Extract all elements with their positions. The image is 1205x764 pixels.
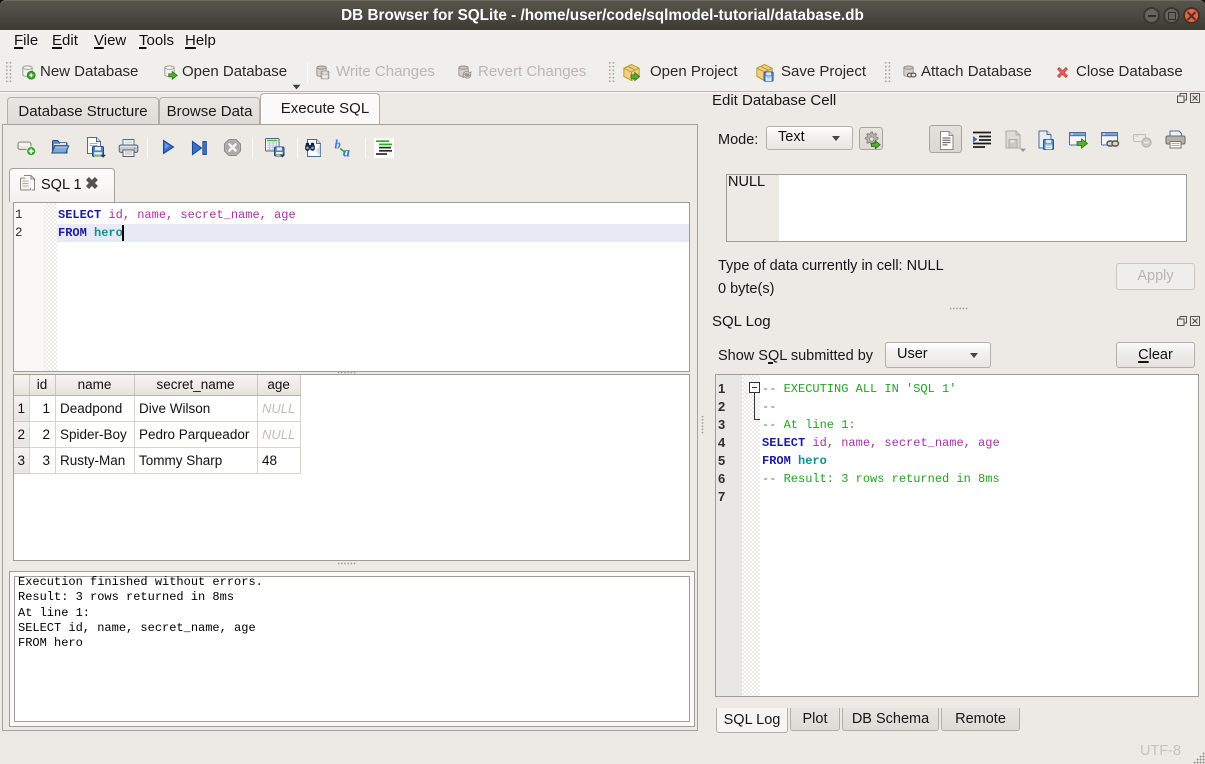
svg-text:b: b <box>335 138 341 152</box>
